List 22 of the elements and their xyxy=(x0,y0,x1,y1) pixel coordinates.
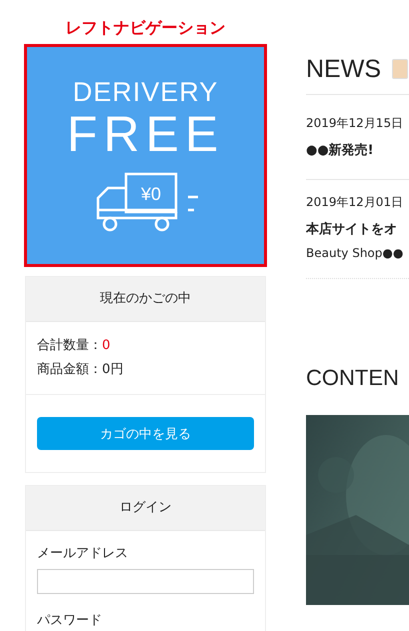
cart-label: 合計数量： xyxy=(37,338,102,353)
truck-icon xyxy=(96,172,199,232)
field-label: メールアドレス xyxy=(37,545,129,563)
news-date: 2019年12月01日 xyxy=(306,194,404,211)
section-heading: CONTEN xyxy=(306,365,400,391)
field-label: パスワード xyxy=(37,612,103,630)
news-text: Beauty Shop●● xyxy=(306,246,404,262)
input-field[interactable] xyxy=(37,569,254,594)
news-title[interactable]: ●●新発売! xyxy=(306,139,409,167)
cart-value: 0円 xyxy=(102,362,124,377)
section-heading: NEWS xyxy=(306,54,381,84)
banner-text: FREE xyxy=(66,108,224,160)
price-label: ¥0 xyxy=(140,184,161,204)
annotation-label: レフトナビゲーション xyxy=(64,17,226,39)
banner-text: DERIVERY xyxy=(72,77,218,108)
panel-title: 現在のかごの中 xyxy=(26,277,265,322)
cart-value: 0 xyxy=(102,338,110,353)
news-date: 2019年12月15日 xyxy=(306,115,404,132)
cart-label: 商品金額： xyxy=(37,362,102,377)
feed-icon[interactable] xyxy=(392,59,408,79)
news-title[interactable]: 本店サイトをオ xyxy=(306,218,409,246)
panel-title: ログイン xyxy=(26,486,265,531)
